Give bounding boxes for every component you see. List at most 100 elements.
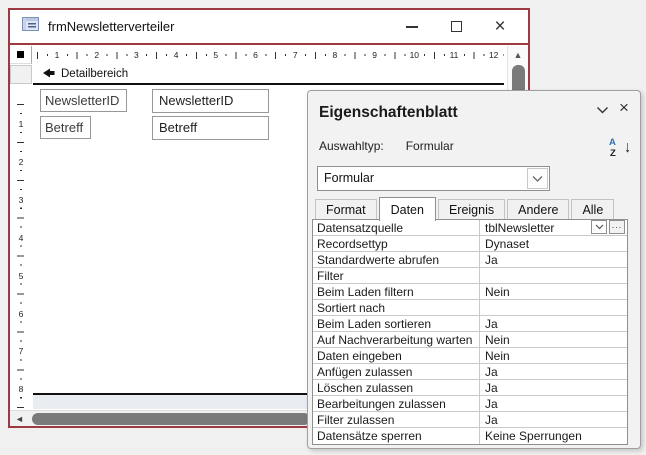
window-titlebar[interactable]: frmNewsletterverteiler ×: [10, 10, 528, 45]
window-title: frmNewsletterverteiler: [48, 19, 175, 34]
property-row: Datensatzquelle tblNewsletter ...: [313, 220, 627, 236]
panel-close-button[interactable]: ×: [616, 98, 632, 117]
property-name[interactable]: Beim Laden sortieren: [313, 316, 480, 331]
scroll-left-icon[interactable]: ◄: [15, 414, 24, 424]
scroll-up-icon[interactable]: ▲: [508, 50, 528, 60]
selection-type-row: Auswahltyp: Formular: [319, 139, 454, 153]
property-name[interactable]: Anfügen zulassen: [313, 364, 480, 379]
sort-az-button[interactable]: A Z ↓: [609, 137, 631, 163]
object-selector-value: Formular: [324, 171, 375, 185]
property-row: Recordsettyp Dynaset ...: [313, 236, 627, 252]
property-value-text: Ja: [485, 381, 498, 395]
property-tab[interactable]: Ereignis: [437, 199, 506, 220]
property-value-text: Ja: [485, 253, 498, 267]
property-value[interactable]: Nein ...: [480, 284, 627, 299]
property-name[interactable]: Löschen zulassen: [313, 380, 480, 395]
ruler-number: 7: [291, 50, 299, 60]
property-row: Daten eingeben Nein ...: [313, 348, 627, 364]
property-value[interactable]: tblNewsletter ...: [480, 220, 627, 235]
form-selector-box[interactable]: [10, 46, 32, 64]
ruler-number: 5: [18, 269, 24, 282]
property-value[interactable]: Nein ...: [480, 348, 627, 363]
ruler-number: 8: [18, 383, 24, 396]
property-name[interactable]: Recordsettyp: [313, 236, 480, 251]
section-selector-box[interactable]: [10, 65, 32, 84]
property-value[interactable]: ...: [480, 268, 627, 283]
window-controls: ×: [390, 10, 522, 43]
property-name[interactable]: Datensatzquelle: [313, 220, 480, 235]
close-button[interactable]: ×: [478, 10, 522, 43]
panel-collapse-button[interactable]: [594, 103, 610, 117]
property-value[interactable]: Ja ...: [480, 396, 627, 411]
property-name[interactable]: Sortiert nach: [313, 300, 480, 315]
property-value-text: tblNewsletter: [485, 221, 555, 235]
property-value[interactable]: Ja ...: [480, 252, 627, 267]
field-label-control[interactable]: NewsletterID: [40, 89, 128, 112]
property-value[interactable]: Dynaset ...: [480, 236, 627, 251]
property-name[interactable]: Filter zulassen: [313, 412, 480, 427]
ruler-number: 10: [408, 50, 421, 60]
property-name[interactable]: Standardwerte abrufen: [313, 252, 480, 267]
ruler-number: 5: [212, 50, 220, 60]
horizontal-scroll-thumb[interactable]: [32, 413, 310, 425]
property-value-text: Ja: [485, 413, 498, 427]
sort-a-letter: A: [609, 137, 616, 148]
property-row: Beim Laden sortieren Ja ...: [313, 316, 627, 332]
property-name[interactable]: Bearbeitungen zulassen: [313, 396, 480, 411]
property-row: Auf Nachverarbeitung warten Nein ...: [313, 332, 627, 348]
property-name[interactable]: Beim Laden filtern: [313, 284, 480, 299]
property-value-text: Nein: [485, 349, 510, 363]
access-design-view: frmNewsletterverteiler × 1 2 3 4 5 6 7 8 9 10 11 12…: [0, 0, 646, 455]
property-value-text: Keine Sperrungen: [485, 429, 582, 443]
maximize-button[interactable]: [434, 10, 478, 43]
property-sheet-panel: Eigenschaftenblatt × Auswahltyp: Formular…: [307, 90, 641, 449]
selection-type-value: Formular: [405, 139, 454, 153]
property-tabs: Format Daten Ereignis Andere Alle: [315, 195, 616, 221]
property-value[interactable]: ...: [480, 300, 627, 315]
ruler-number: 4: [172, 50, 180, 60]
field-textbox-control[interactable]: Betreff: [152, 116, 269, 140]
property-tab[interactable]: Alle: [571, 199, 615, 220]
minimize-icon: [406, 25, 418, 28]
field-textbox-control[interactable]: NewsletterID: [152, 89, 269, 113]
property-value-text: Ja: [485, 397, 498, 411]
property-name[interactable]: Daten eingeben: [313, 348, 480, 363]
property-tab[interactable]: Daten: [378, 197, 436, 221]
property-name[interactable]: Datensätze sperren: [313, 428, 480, 444]
combobox-dropdown-button[interactable]: [527, 168, 548, 189]
section-label: Detailbereich: [61, 68, 129, 80]
ruler-number: 8: [331, 50, 339, 60]
builder-ellipsis-button[interactable]: ...: [609, 220, 625, 234]
property-value[interactable]: Keine Sperrungen ...: [480, 428, 627, 444]
property-name[interactable]: Auf Nachverarbeitung warten: [313, 332, 480, 347]
value-dropdown-button[interactable]: [591, 220, 607, 234]
property-value[interactable]: Ja ...: [480, 316, 627, 331]
property-tab[interactable]: Format: [315, 199, 377, 220]
property-tab[interactable]: Andere: [507, 199, 570, 220]
ruler-number: 3: [18, 193, 24, 206]
property-value-text: Ja: [485, 317, 498, 331]
object-selector-combobox[interactable]: Formular: [317, 166, 550, 191]
property-name[interactable]: Filter: [313, 268, 480, 283]
ruler-number: 2: [18, 155, 24, 168]
property-value[interactable]: Nein ...: [480, 332, 627, 347]
property-row: Standardwerte abrufen Ja ...: [313, 252, 627, 268]
property-value-text: Nein: [485, 333, 510, 347]
field-label-control[interactable]: Betreff: [40, 116, 92, 139]
ruler-number: 9: [371, 50, 378, 60]
ruler-number: 12: [487, 50, 500, 60]
ruler-number: 11: [448, 50, 460, 60]
property-value[interactable]: Ja ...: [480, 380, 627, 395]
property-value[interactable]: Ja ...: [480, 364, 627, 379]
property-value-text: Dynaset: [485, 237, 530, 251]
property-value[interactable]: Ja ...: [480, 412, 627, 427]
ruler-number: 7: [18, 345, 24, 358]
detail-section-bar[interactable]: Detailbereich: [33, 65, 504, 85]
ruler-number: 6: [18, 307, 24, 320]
vertical-ruler: 1 2 3 4 5 6 7 8: [10, 85, 32, 408]
form-selector-icon: [17, 51, 24, 58]
ruler-number: 1: [18, 118, 24, 130]
minimize-button[interactable]: [390, 10, 434, 43]
horizontal-ruler: 1 2 3 4 5 6 7 8 9 10 11 12: [33, 46, 504, 64]
property-row: Datensätze sperren Keine Sperrungen ...: [313, 428, 627, 444]
